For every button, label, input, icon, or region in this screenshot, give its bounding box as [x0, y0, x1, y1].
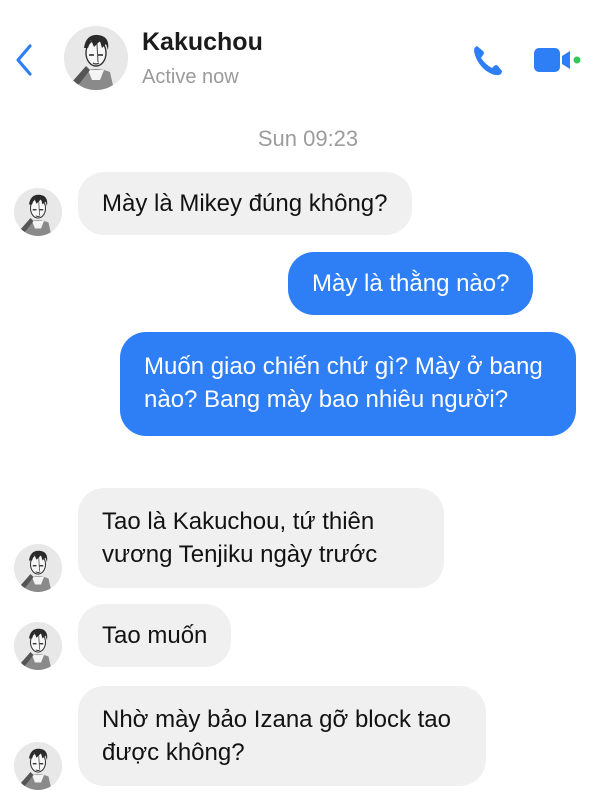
back-button[interactable]: [10, 38, 38, 82]
online-indicator: [573, 56, 581, 64]
video-camera-icon: [534, 48, 581, 72]
message-incoming[interactable]: Mày là Mikey đúng không?: [78, 172, 412, 235]
contact-status: Active now: [142, 66, 239, 88]
message-outgoing[interactable]: Mày là thằng nào?: [288, 252, 534, 315]
contact-avatar[interactable]: [64, 26, 128, 90]
contact-name[interactable]: Kakuchou: [142, 28, 263, 57]
voice-call-button[interactable]: [468, 40, 508, 80]
sender-avatar[interactable]: [14, 742, 62, 790]
message-incoming[interactable]: Nhờ mày bảo Izana gỡ block tao được khôn…: [78, 686, 486, 786]
sender-avatar[interactable]: [14, 544, 62, 592]
message-timestamp: Sun 09:23: [257, 126, 359, 151]
phone-icon: [474, 46, 502, 76]
sender-avatar[interactable]: [14, 622, 62, 670]
chevron-left-icon: [16, 44, 32, 76]
message-incoming[interactable]: Tao là Kakuchou, tứ thiên vương Tenjiku …: [78, 488, 444, 588]
video-call-button[interactable]: [532, 42, 582, 78]
sender-avatar[interactable]: [14, 188, 62, 236]
message-incoming[interactable]: Tao muốn: [78, 604, 232, 667]
conversation-header: Kakuchou Active now: [0, 0, 600, 110]
message-outgoing[interactable]: Muốn giao chiến chứ gì? Mày ở bang nào? …: [120, 332, 576, 436]
